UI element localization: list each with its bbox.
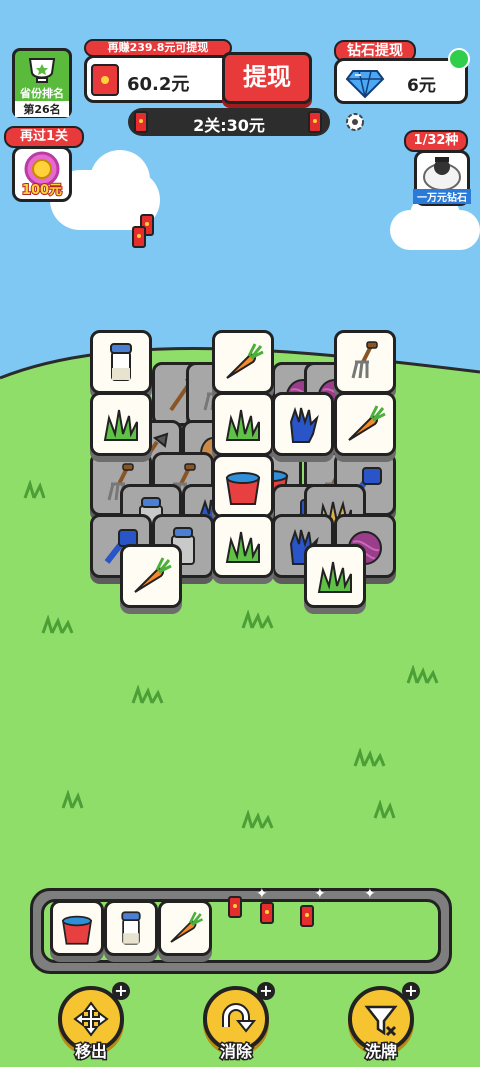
red-packet-icon bbox=[91, 64, 119, 96]
level-text: 2关:30元 bbox=[193, 116, 265, 135]
grass-tuft bbox=[373, 800, 396, 819]
undo-label: 消除 bbox=[218, 1041, 253, 1063]
carrot-icon bbox=[348, 405, 386, 441]
tray-tile-red-bucket bbox=[50, 900, 104, 956]
tile-grass[interactable] bbox=[304, 544, 366, 608]
red-packet-icon[interactable] bbox=[228, 896, 242, 918]
red-packet-icon[interactable] bbox=[300, 905, 314, 927]
balance-panel: 60.2元 bbox=[84, 55, 232, 103]
collection-caption: 一万元钻石 bbox=[413, 189, 471, 204]
province-rank-title: 省份排名 bbox=[20, 87, 64, 100]
sparkle-icon: ✦ bbox=[364, 886, 376, 902]
pass-one-reward-button[interactable]: 100元 bbox=[12, 146, 72, 202]
collection-count: 1/32种 bbox=[404, 130, 468, 152]
grass-tuft bbox=[353, 748, 386, 767]
red-packet-icon[interactable] bbox=[260, 902, 274, 924]
tile-carrot[interactable] bbox=[212, 330, 274, 394]
blue-glove-icon bbox=[289, 406, 319, 443]
grass-icon bbox=[225, 409, 260, 441]
wechat-icon[interactable] bbox=[448, 48, 470, 70]
add-icon: + bbox=[257, 982, 275, 1000]
diamond-withdraw-button[interactable]: 6元 bbox=[334, 58, 468, 104]
province-rank-button[interactable]: 省份排名 第26名 bbox=[12, 48, 72, 118]
add-icon: + bbox=[402, 982, 420, 1000]
milk-bottle-icon bbox=[110, 343, 132, 381]
grass-tuft bbox=[61, 790, 84, 809]
add-icon: + bbox=[112, 982, 130, 1000]
undo-button[interactable]: + 消除 bbox=[195, 982, 277, 1063]
grass-icon bbox=[103, 409, 138, 441]
tray-tile-milk-bottle bbox=[104, 900, 158, 956]
diamond-icon bbox=[345, 70, 385, 99]
pass-one-title: 再过1关 bbox=[4, 126, 84, 148]
red-bucket-icon bbox=[225, 472, 261, 505]
pass-one-reward: 100元 bbox=[21, 182, 63, 199]
tray-tile-carrot bbox=[158, 900, 212, 956]
grass-icon bbox=[225, 531, 260, 563]
sparkle-icon: ✦ bbox=[256, 886, 268, 902]
sheep-icon bbox=[423, 157, 461, 191]
tile-pitchfork[interactable] bbox=[334, 330, 396, 394]
move-out-label: 移出 bbox=[73, 1041, 108, 1063]
tile-carrot[interactable] bbox=[334, 392, 396, 456]
balance-amount: 60.2元 bbox=[127, 74, 190, 95]
milk-bottle-icon bbox=[121, 911, 141, 945]
diamond-value: 6元 bbox=[407, 76, 436, 96]
tile-red-bucket[interactable] bbox=[212, 454, 274, 518]
grass-icon bbox=[317, 561, 352, 593]
pitchfork-icon bbox=[351, 341, 378, 379]
tile-grass[interactable] bbox=[90, 392, 152, 456]
collection-button[interactable]: 一万元钻石 bbox=[413, 150, 471, 206]
level-bar: 2关:30元 bbox=[128, 108, 330, 136]
grass-tuft bbox=[241, 810, 274, 829]
shuffle-label: 洗牌 bbox=[363, 1041, 398, 1063]
settings-gear-icon[interactable] bbox=[344, 111, 366, 133]
grass-tuft bbox=[41, 615, 74, 634]
carrot-icon bbox=[170, 911, 204, 943]
grass-tuft bbox=[131, 685, 164, 704]
red-bucket-icon bbox=[61, 915, 93, 945]
carrot-icon bbox=[134, 557, 172, 593]
tile-grass[interactable] bbox=[212, 514, 274, 578]
cloud bbox=[90, 150, 150, 210]
province-rank-value: 第26名 bbox=[15, 101, 69, 117]
carrot-icon bbox=[226, 343, 264, 379]
move-out-button[interactable]: + 移出 bbox=[50, 982, 132, 1063]
grass-tuft bbox=[406, 665, 439, 684]
trophy-icon bbox=[28, 58, 56, 83]
shuffle-button[interactable]: + 洗牌 bbox=[340, 982, 422, 1063]
tile-grass[interactable] bbox=[212, 392, 274, 456]
tile-milk-bottle[interactable] bbox=[90, 330, 152, 394]
red-packet-icon bbox=[308, 111, 322, 133]
tile-carrot[interactable] bbox=[120, 544, 182, 608]
grass-tuft bbox=[23, 480, 46, 499]
withdraw-button[interactable]: 提现 bbox=[222, 52, 312, 104]
tile-blue-glove[interactable] bbox=[272, 392, 334, 456]
grass-tuft bbox=[241, 610, 274, 629]
red-packet-icon bbox=[134, 111, 148, 133]
red-packet-icon[interactable] bbox=[132, 226, 146, 248]
sparkle-icon: ✦ bbox=[314, 886, 326, 902]
